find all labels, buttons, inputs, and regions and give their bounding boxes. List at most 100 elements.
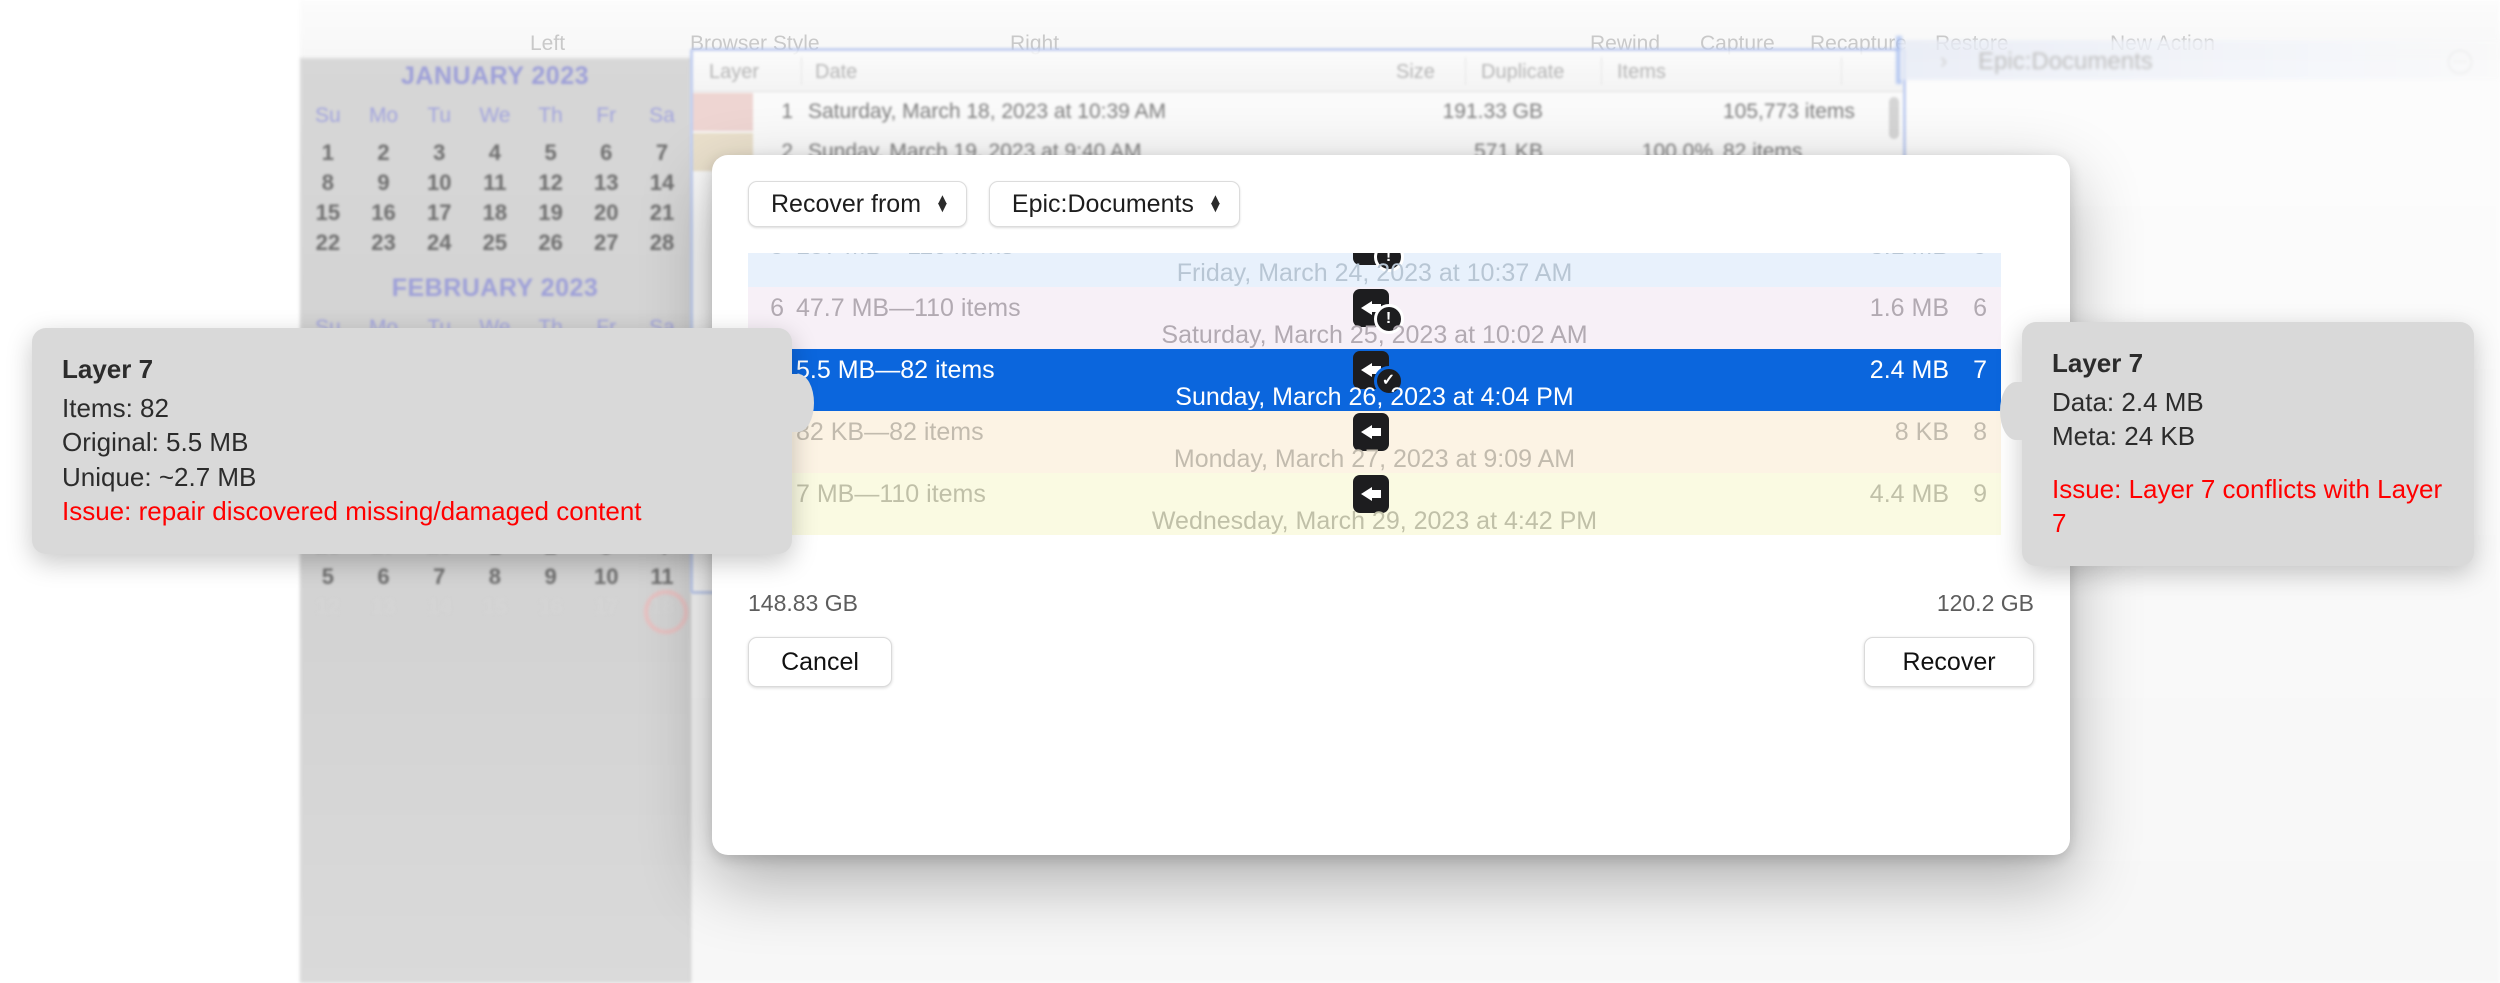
- calendar-day[interactable]: 22: [300, 230, 356, 256]
- layer-meta: 5.5 MB—82 items: [796, 356, 995, 384]
- more-options-icon[interactable]: ⋯: [2448, 50, 2472, 74]
- layer-date: Sunday, March 26, 2023 at 4:04 PM: [1175, 383, 1574, 411]
- calendar-day[interactable]: 15: [467, 594, 523, 620]
- calendar-day[interactable]: 7: [411, 564, 467, 590]
- calendar-day[interactable]: 10: [411, 170, 467, 196]
- layer-date: Wednesday, March 29, 2023 at 4:42 PM: [1151, 507, 1598, 535]
- calendar-day[interactable]: 8: [467, 564, 523, 590]
- calendar-week-row: 15 16 17 18 19 20 21: [300, 200, 690, 226]
- layer-row[interactable]: 75.5 MB—82 items✓2.4 MB7Sunday, March 26…: [748, 349, 2001, 411]
- row-items: 105,773 items: [1723, 100, 1855, 123]
- column-header-date: Date: [815, 61, 858, 83]
- calendar-day[interactable]: 15: [300, 200, 356, 226]
- calendar-day[interactable]: 4: [467, 140, 523, 166]
- layer-list[interactable]: 5157 MB—110 items!3.1 MB5Friday, March 2…: [748, 253, 2034, 571]
- background-table-header: Layer Date Size Duplicate Items: [693, 51, 1903, 92]
- calendar-day[interactable]: 14: [634, 170, 690, 196]
- calendar-week-row: 12131415161718: [300, 594, 690, 620]
- calendar-day[interactable]: 6: [356, 564, 412, 590]
- column-header-duplicate: Duplicate: [1481, 61, 1565, 83]
- layer-row[interactable]: 6 47.7 MB—110 items! 1.6 MB 6 Saturday, Marc…: [748, 287, 2001, 349]
- calendar-weekday: Sa: [649, 104, 675, 127]
- tooltip-left-line: Items: 82: [62, 393, 169, 423]
- calendar-day[interactable]: 24: [411, 230, 467, 256]
- calendar-day[interactable]: 16: [523, 594, 579, 620]
- layer-date: Friday, March 24, 2023 at 10:37 AM: [1176, 259, 1573, 287]
- chevron-right-icon[interactable]: ›: [1940, 48, 1947, 74]
- calendar-week-row: 22 23 24 25 26 27 28: [300, 230, 690, 256]
- calendar-week-row: 5 6 7 8 9 10 11: [300, 564, 690, 590]
- total-size-label: 148.83 GB: [748, 590, 858, 616]
- layer-meta: 47.7 MB—110 items: [796, 294, 1021, 322]
- calendar-day[interactable]: 19: [523, 200, 579, 226]
- calendar-day[interactable]: 14: [411, 594, 467, 620]
- layer-number-right: 8: [1973, 418, 1987, 446]
- calendar-weekday: Mo: [368, 104, 399, 127]
- calendar-day[interactable]: 20: [578, 200, 634, 226]
- layer-size: 2.4 MB: [1869, 356, 1949, 384]
- calendar-week-row: 8 9 10 11 12 13 14: [300, 170, 690, 196]
- calendar-day[interactable]: 26: [523, 230, 579, 256]
- source-volume-label: Epic:Documents: [1011, 189, 1194, 218]
- background-table-scrollbar[interactable]: [1889, 97, 1899, 139]
- sidebar-item-label: Epic:Documents: [1978, 48, 2153, 75]
- calendar-day[interactable]: 25: [467, 230, 523, 256]
- calendar-day[interactable]: 17: [578, 594, 634, 620]
- tooltip-right-issue: Issue: Layer 7 conflicts with Layer 7: [2052, 473, 2443, 538]
- calendar-day[interactable]: 18: [467, 200, 523, 226]
- sidebar-item-epic-documents[interactable]: › Epic:Documents ⋯: [1900, 40, 2500, 80]
- chevron-up-down-icon: ▲ ▼: [1207, 191, 1223, 216]
- screen: Left Browser Style Right Rewind Capture Recap…: [0, 0, 2500, 983]
- table-row[interactable]: 1 Saturday, March 18, 2023 at 10:39 AM 191…: [693, 93, 1903, 131]
- calendar-day[interactable]: 21: [634, 200, 690, 226]
- calendar-day[interactable]: 2: [356, 140, 412, 166]
- calendar-day[interactable]: 3: [411, 140, 467, 166]
- calendar-day[interactable]: 12: [300, 594, 356, 620]
- cancel-button[interactable]: Cancel: [748, 637, 892, 687]
- calendar-day[interactable]: 16: [356, 200, 412, 226]
- toolbar-item-left[interactable]: Left: [530, 32, 565, 56]
- column-header-items: Items: [1617, 61, 1666, 83]
- calendar-day[interactable]: 12: [523, 170, 579, 196]
- recover-button[interactable]: Recover: [1864, 637, 2034, 687]
- calendar-weekday: Su: [315, 104, 341, 127]
- calendar-day[interactable]: 5: [300, 564, 356, 590]
- tooltip-right-line: Data: 2.4 MB: [2052, 387, 2204, 417]
- tooltip-right-tail: [2000, 382, 2030, 440]
- recover-from-select[interactable]: Recover from ▲ ▼: [748, 181, 967, 227]
- layer-row[interactable]: 882 KB—82 items8 KB8Monday, March 27, 20…: [748, 411, 2001, 473]
- calendar-day[interactable]: 7: [634, 140, 690, 166]
- calendar-day[interactable]: 1: [300, 140, 356, 166]
- calendar-day[interactable]: 11: [467, 170, 523, 196]
- calendar-day[interactable]: 9: [523, 564, 579, 590]
- calendar-day[interactable]: 5: [523, 140, 579, 166]
- tooltip-right: Layer 7 Data: 2.4 MB Meta: 24 KB Issue: …: [2000, 322, 2474, 567]
- calendar-day[interactable]: 8: [300, 170, 356, 196]
- calendar-day[interactable]: 6: [578, 140, 634, 166]
- row-layer: 1: [781, 100, 793, 123]
- calendar-day[interactable]: 11: [634, 564, 690, 590]
- row-date: Saturday, March 18, 2023 at 10:39 AM: [808, 100, 1166, 123]
- calendar-weekday: Fr: [596, 104, 617, 127]
- calendar-day[interactable]: 27: [578, 230, 634, 256]
- recover-from-label: Recover from: [771, 189, 922, 218]
- calendar-month-title: FEBRUARY 2023: [391, 274, 599, 302]
- available-size-label: 120.2 GB: [1936, 590, 2034, 616]
- layer-row[interactable]: 97 MB—110 items4.4 MB9Wednesday, March 2…: [748, 473, 2001, 535]
- column-header-size: Size: [1396, 61, 1435, 83]
- layer-row[interactable]: 5157 MB—110 items!3.1 MB5Friday, March 2…: [748, 253, 2001, 287]
- row-size: 191.33 GB: [1442, 100, 1543, 123]
- calendar-day[interactable]: 10: [578, 564, 634, 590]
- calendar-day[interactable]: 28: [634, 230, 690, 256]
- tooltip-left: Layer 7 Items: 82 Original: 5.5 MB Uniqu…: [32, 328, 814, 555]
- calendar-day[interactable]: 17: [411, 200, 467, 226]
- layer-date: Saturday, March 25, 2023 at 10:02 AM: [1161, 321, 1588, 349]
- layer-size: 1.6 MB: [1869, 294, 1949, 322]
- calendar-day[interactable]: 13: [578, 170, 634, 196]
- source-volume-select[interactable]: Epic:Documents ▲ ▼: [988, 181, 1240, 227]
- calendar-day[interactable]: 23: [356, 230, 412, 256]
- calendar-day[interactable]: 13: [356, 594, 412, 620]
- calendar-day[interactable]: 9: [356, 170, 412, 196]
- layer-number-right: 6: [1973, 294, 1987, 322]
- calendar-day[interactable]: 18: [634, 594, 690, 620]
